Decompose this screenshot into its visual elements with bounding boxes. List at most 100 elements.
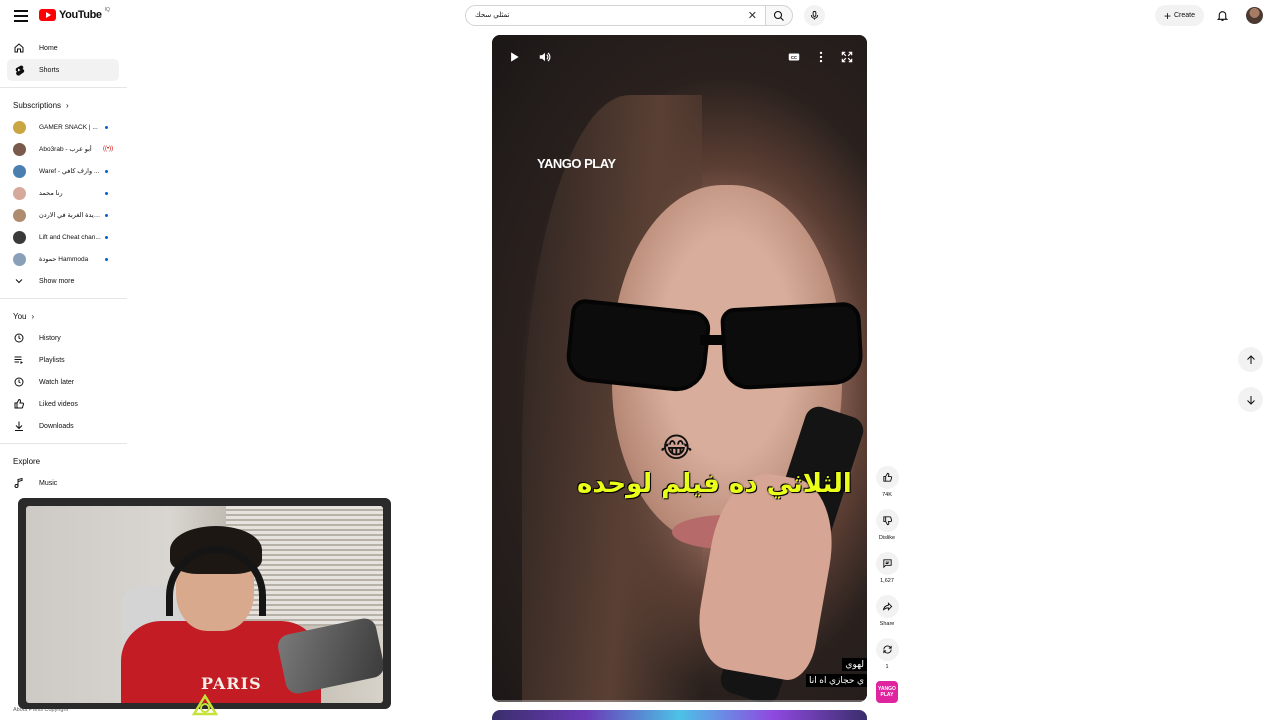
video-sunglasses [550,295,865,400]
video-brand-watermark: YANGO PLAY [537,156,616,171]
close-icon[interactable]: ✕ [748,9,757,22]
history-icon [13,332,25,344]
dislike-button[interactable] [875,509,899,532]
bell-icon [1216,10,1228,21]
captions-icon: CC [788,53,800,61]
subscriptions-list: GAMER SNACK | ... Abo3rab - أبو عرب ((•)) W… [0,116,127,270]
sidebar-item-label: Watch later [39,378,75,386]
short-video-player[interactable]: YANGO PLAY 😂 الثلاثي ده فيلم لوحده لهوي … [492,35,867,702]
top-bar: YouTube IQ تمثلي سحك ✕ + Create [0,0,1280,32]
play-button[interactable] [505,49,523,65]
divider [0,443,127,444]
volume-icon [539,52,551,62]
show-more-label: Show more [39,277,75,285]
more-options-button[interactable] [812,49,830,65]
sunglasses-lens-left [564,297,712,395]
next-short-button[interactable] [1238,387,1263,412]
sidebar-item-label: Liked videos [39,400,78,408]
channel-name: رنا محمد [39,190,63,197]
sidebar-item-shorts[interactable]: Shorts [7,59,119,81]
fullscreen-icon [841,51,853,63]
channel-avatar [13,142,26,156]
dislike-action: Dislike [871,509,903,552]
playlists-icon [13,354,25,366]
sidebar-item-subscription[interactable]: جريدة الغربة في الاردن [0,204,127,226]
notifications-button[interactable] [1214,7,1230,23]
channel-name: Waref - وارف كافي ... [39,168,100,175]
channel-avatar [13,252,26,266]
show-more-button[interactable]: Show more [0,270,127,292]
music-icon [13,477,25,489]
live-icon: ((•)) [103,146,114,152]
subscriptions-title: Subscriptions [13,100,62,110]
sidebar-item-home[interactable]: Home [0,37,127,59]
next-short-preview[interactable] [492,710,867,720]
new-content-dot [105,257,108,261]
captions-button[interactable]: CC [785,49,803,65]
laughing-emoji: 😂 [660,432,693,463]
sidebar-item-subscription[interactable]: Lift and Cheat chan... [0,226,127,248]
search-input[interactable]: تمثلي سحك ✕ [465,5,766,26]
share-label: Share [879,621,895,627]
sidebar-item-subscription[interactable]: Waref - وارف كافي ... [0,160,127,182]
chevron-right-icon: › [66,100,69,110]
webcam-overlay: PARIS [18,498,391,709]
sidebar-item-label: Playlists [39,356,65,364]
sidebar-item-label: Music [39,479,58,487]
explore-header: Explore [0,450,127,472]
explore-title: Explore [13,456,41,466]
divider [0,298,127,299]
sidebar-item-music[interactable]: Music [0,472,127,494]
volume-button[interactable] [536,49,554,65]
channel-avatar [13,208,26,222]
video-caption: الثلاثي ده فيلم لوحده [577,469,852,499]
sidebar-item-watch-later[interactable]: Watch later [0,371,127,393]
create-label: Create [1174,12,1196,19]
youtube-logo[interactable]: YouTube IQ [39,7,110,21]
search-button[interactable] [765,5,793,26]
previous-short-button[interactable] [1238,347,1263,372]
share-icon [882,602,892,611]
shorts-icon [13,64,25,76]
sidebar-item-label: Downloads [39,422,74,430]
sidebar-item-liked-videos[interactable]: Liked videos [0,393,127,415]
voice-search-button[interactable] [804,5,825,26]
more-vert-icon [819,51,823,63]
subscriptions-header[interactable]: Subscriptions › [0,94,127,116]
thumbs-up-icon [13,398,25,410]
menu-icon[interactable] [14,10,28,22]
webcam-feed: PARIS [26,506,383,703]
progress-bar[interactable] [492,700,867,702]
new-content-dot [105,125,108,129]
sidebar-item-history[interactable]: History [0,327,127,349]
arrow-up-icon [1246,354,1255,364]
sidebar-item-playlists[interactable]: Playlists [0,349,127,371]
fullscreen-button[interactable] [838,49,856,65]
channel-name: Abo3rab - أبو عرب [39,146,92,153]
new-content-dot [105,213,108,217]
microphone-icon [810,10,819,20]
search-query: تمثلي سحك [475,12,510,19]
account-avatar[interactable] [1246,7,1263,24]
like-button[interactable] [875,466,899,489]
sidebar-item-subscription[interactable]: Abo3rab - أبو عرب ((•)) [0,138,127,160]
remix-button[interactable] [875,638,899,661]
search-icon [773,10,784,21]
sidebar-item-subscription[interactable]: رنا محمد [0,182,127,204]
channel-avatar[interactable]: YANGO PLAY [876,681,898,703]
sidebar-item-downloads[interactable]: Downloads [0,415,127,437]
create-button[interactable]: + Create [1155,5,1204,26]
chevron-down-icon [13,275,25,287]
logo-country: IQ [104,7,110,13]
you-title: You [13,311,27,321]
share-button[interactable] [875,595,899,618]
shirt-print: PARIS [201,674,262,693]
divider [0,87,127,88]
sidebar-item-label: History [39,334,61,342]
comments-button[interactable] [875,552,899,575]
channel-avatar [13,230,26,244]
sidebar-item-subscription[interactable]: حمودة Hammoda [0,248,127,270]
sidebar-item-subscription[interactable]: GAMER SNACK | ... [0,116,127,138]
you-header[interactable]: You › [0,305,127,327]
channel-name: GAMER SNACK | ... [39,123,98,131]
